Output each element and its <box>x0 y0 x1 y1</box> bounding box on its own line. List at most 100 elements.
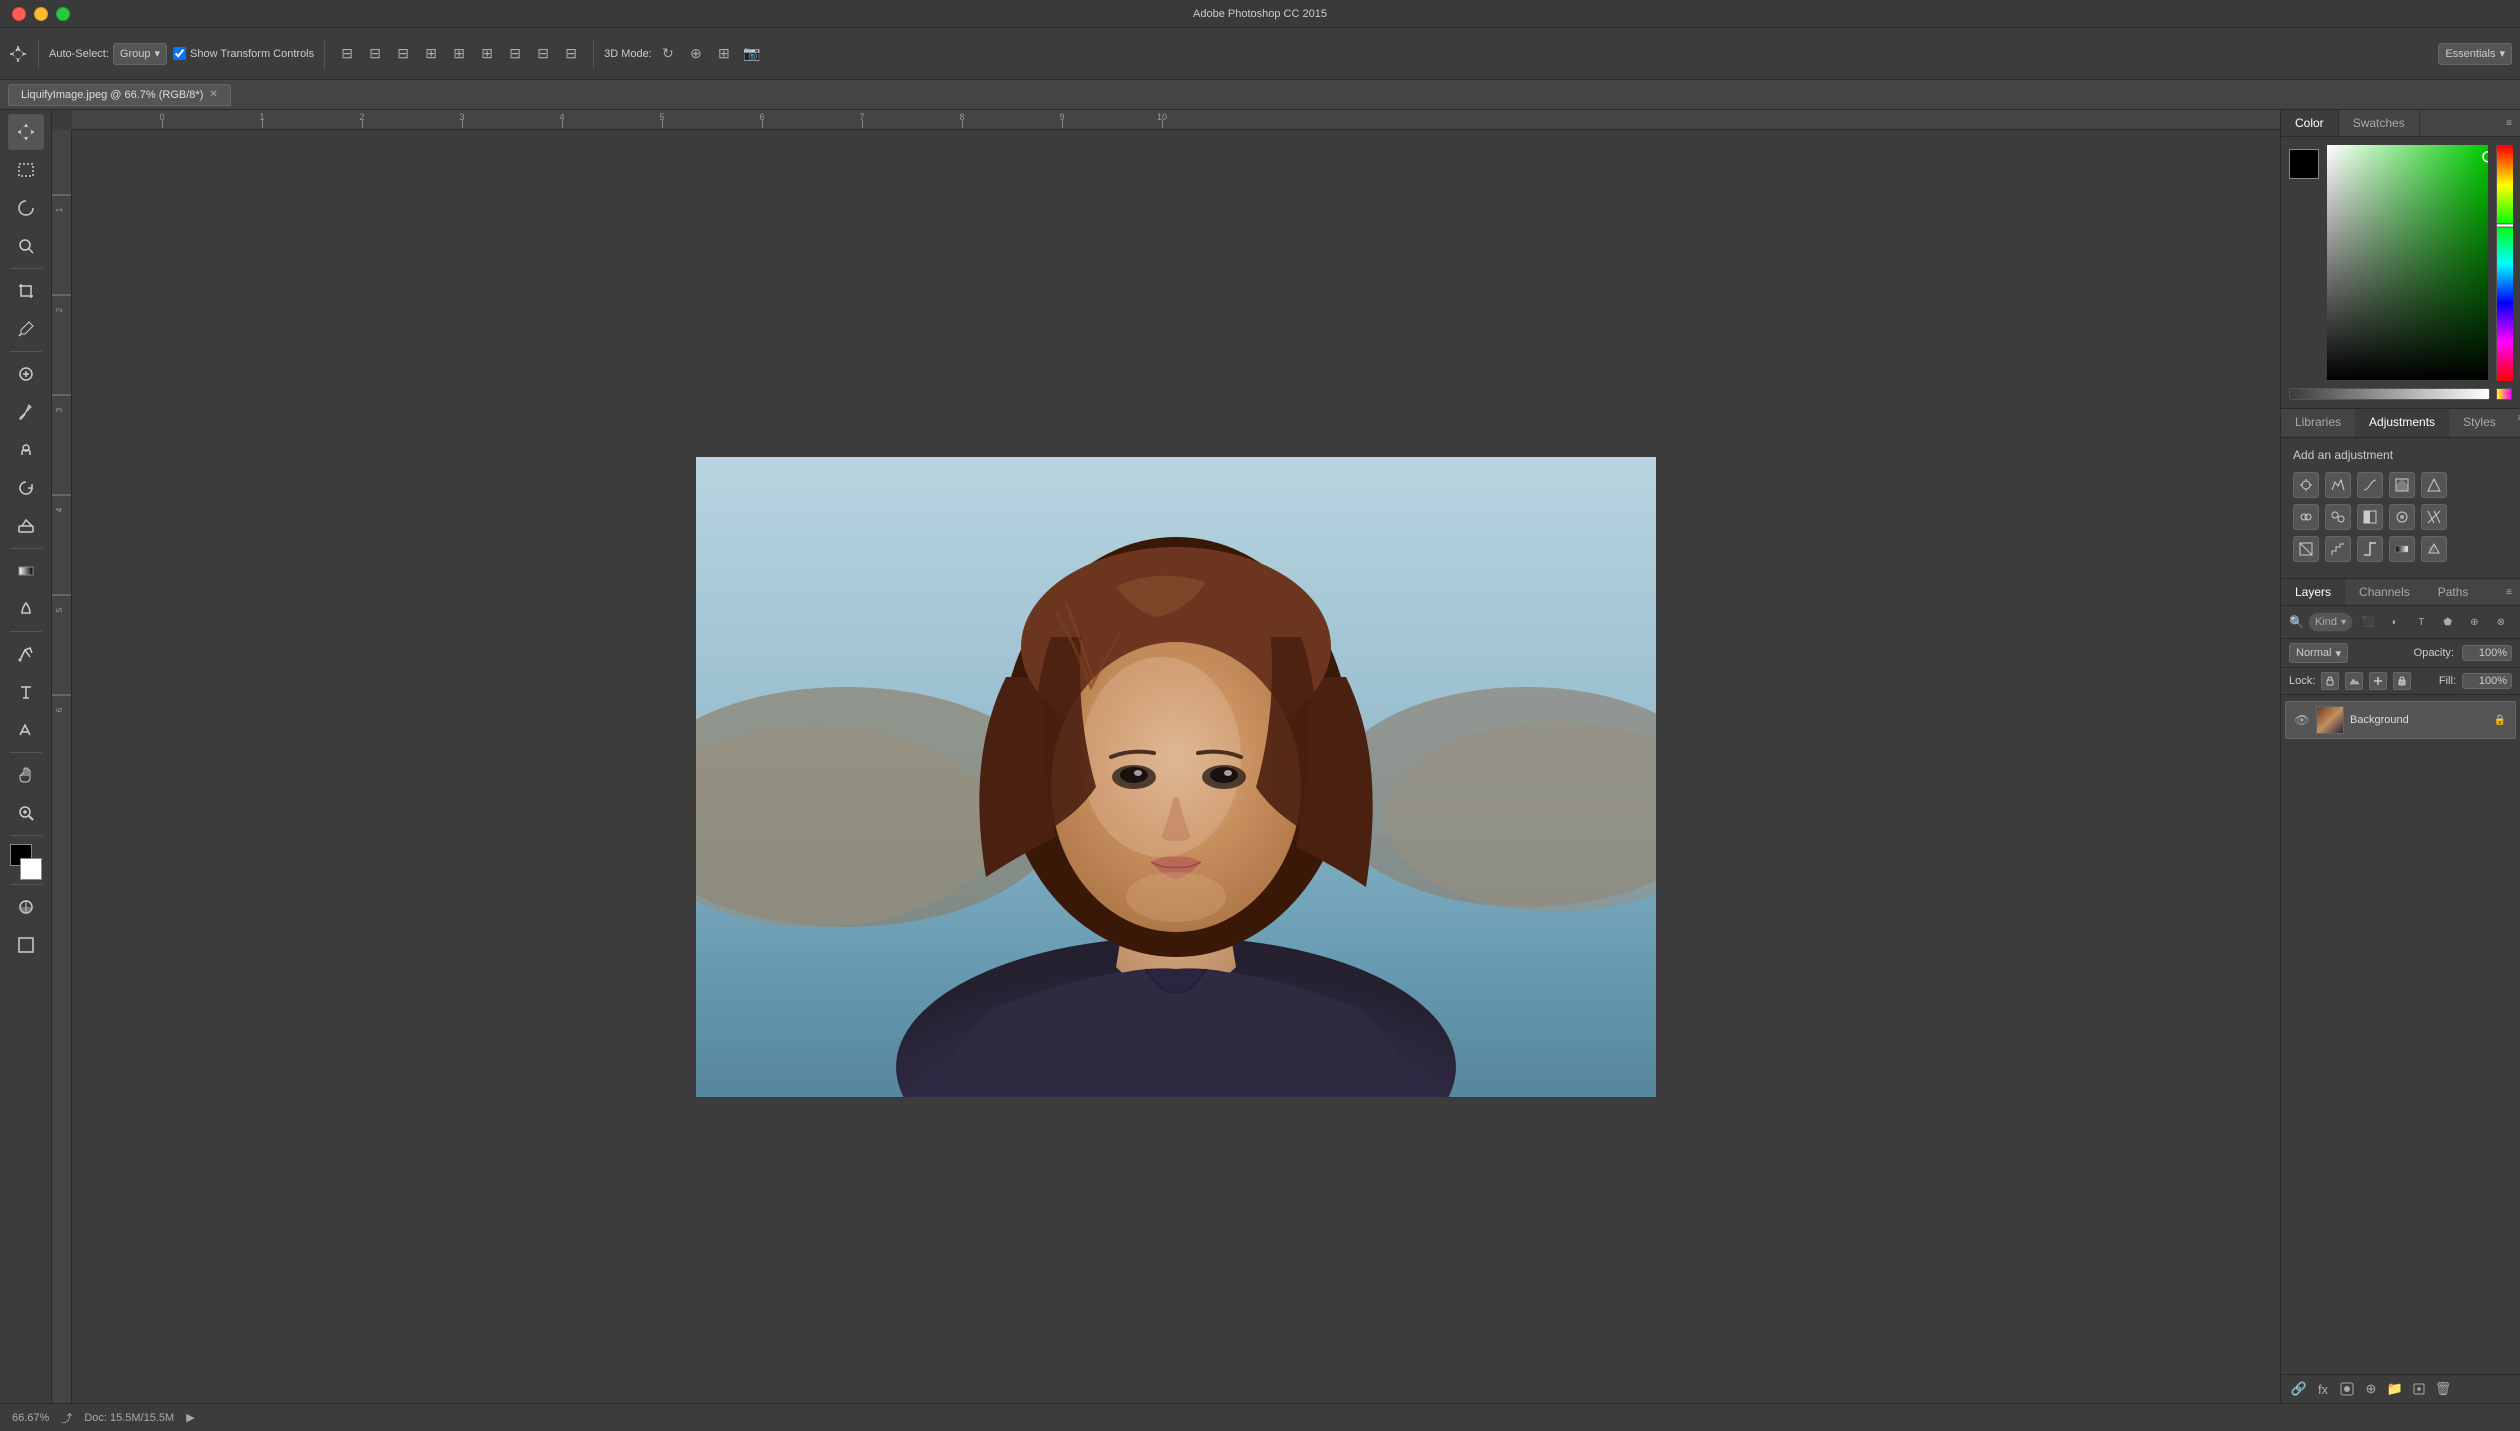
invert-adj-btn[interactable] <box>2293 536 2319 562</box>
new-layer-btn[interactable] <box>2409 1379 2429 1399</box>
maximize-button[interactable] <box>56 7 70 21</box>
brightness-adj-btn[interactable] <box>2293 472 2319 498</box>
align-center-v-icon[interactable]: ⊞ <box>447 42 471 66</box>
delete-layer-btn[interactable]: 🗑 <box>2433 1379 2453 1399</box>
screen-mode-btn[interactable] <box>8 927 44 963</box>
background-color-swatch[interactable] <box>20 858 42 880</box>
blend-mode-dropdown[interactable]: Normal ▾ <box>2289 643 2348 663</box>
brush-tool-btn[interactable] <box>8 394 44 430</box>
3d-pan-icon[interactable]: ⊕ <box>684 42 708 66</box>
filter-adj-btn[interactable]: ◐ <box>2384 610 2407 634</box>
3d-rotate-icon[interactable]: ↻ <box>656 42 680 66</box>
doc-tab-close-icon[interactable]: ✕ <box>209 89 217 100</box>
quick-select-btn[interactable] <box>8 228 44 264</box>
selectcolor-adj-btn[interactable] <box>2421 536 2447 562</box>
swatches-tab[interactable]: Swatches <box>2339 110 2420 136</box>
gradmap-adj-btn[interactable] <box>2389 536 2415 562</box>
align-bottom-icon[interactable]: ⊞ <box>475 42 499 66</box>
crop-tool-btn[interactable] <box>8 273 44 309</box>
adjustments-tab[interactable]: Adjustments <box>2355 409 2449 437</box>
hue-strip[interactable] <box>2496 145 2512 380</box>
marquee-tool-btn[interactable] <box>8 152 44 188</box>
hand-tool-btn[interactable] <box>8 757 44 793</box>
filter-smart-btn[interactable]: ⊕ <box>2463 610 2486 634</box>
3d-zoom-icon[interactable]: ⊞ <box>712 42 736 66</box>
stamp-tool-btn[interactable] <box>8 432 44 468</box>
essentials-dropdown[interactable]: Essentials ▾ <box>2438 43 2512 65</box>
fill-value[interactable]: 100% <box>2462 673 2512 689</box>
doc-tab[interactable]: LiquifyImage.jpeg @ 66.7% (RGB/8*) ✕ <box>8 84 231 106</box>
active-color-swatch[interactable] <box>2289 149 2319 179</box>
lock-image-btn[interactable] <box>2345 672 2363 690</box>
align-top-icon[interactable]: ⊞ <box>419 42 443 66</box>
channels-tab[interactable]: Channels <box>2345 579 2424 605</box>
export-icon[interactable]: ⤴ <box>61 1410 72 1426</box>
align-right-icon[interactable]: ⊟ <box>391 42 415 66</box>
add-mask-btn[interactable] <box>2337 1379 2357 1399</box>
path-select-btn[interactable] <box>8 712 44 748</box>
levels-adj-btn[interactable] <box>2325 472 2351 498</box>
heal-brush-btn[interactable] <box>8 356 44 392</box>
align-left-icon[interactable]: ⊟ <box>335 42 359 66</box>
lock-transparent-btn[interactable] <box>2321 672 2339 690</box>
move-tool-btn[interactable] <box>8 114 44 150</box>
paths-tab[interactable]: Paths <box>2424 579 2483 605</box>
distribute-right-icon[interactable]: ⊟ <box>559 42 583 66</box>
filter-toggle-btn[interactable]: ⊗ <box>2490 610 2513 634</box>
svg-text:3: 3 <box>55 407 64 412</box>
hsl-adj-btn[interactable] <box>2293 504 2319 530</box>
colorbalance-adj-btn[interactable] <box>2325 504 2351 530</box>
color-panel-expand[interactable]: ≡ <box>2498 114 2520 133</box>
distribute-center-h-icon[interactable]: ⊟ <box>531 42 555 66</box>
3d-camera-icon[interactable]: 📷 <box>740 42 764 66</box>
add-style-btn[interactable]: fx <box>2313 1379 2333 1399</box>
posterize-adj-btn[interactable] <box>2325 536 2351 562</box>
zoom-tool-btn[interactable] <box>8 795 44 831</box>
new-fill-adj-btn[interactable]: ⊕ <box>2361 1379 2381 1399</box>
gradient-btn[interactable] <box>8 553 44 589</box>
status-arrow[interactable]: ▶ <box>186 1411 194 1424</box>
new-group-btn[interactable]: 📁 <box>2385 1379 2405 1399</box>
transform-controls-checkbox[interactable] <box>173 47 186 60</box>
link-layers-btn[interactable]: 🔗 <box>2289 1379 2309 1399</box>
minimize-button[interactable] <box>34 7 48 21</box>
type-tool-btn[interactable] <box>8 674 44 710</box>
styles-tab[interactable]: Styles <box>2449 409 2510 437</box>
eyedropper-btn[interactable] <box>8 311 44 347</box>
eraser-btn[interactable] <box>8 508 44 544</box>
photo-svg <box>696 457 1656 1097</box>
opacity-value[interactable]: 100% <box>2462 645 2512 661</box>
pen-tool-btn[interactable] <box>8 636 44 672</box>
opacity-hue-h[interactable] <box>2496 388 2512 400</box>
auto-select-dropdown[interactable]: Group ▾ <box>113 43 167 65</box>
channelmix-adj-btn[interactable] <box>2421 504 2447 530</box>
close-button[interactable] <box>12 7 26 21</box>
add-adjustment-label: Add an adjustment <box>2293 448 2508 462</box>
vibrance-adj-btn[interactable] <box>2421 472 2447 498</box>
layers-tab[interactable]: Layers <box>2281 579 2345 605</box>
layer-row[interactable]: 👁 Background 🔒 <box>2285 701 2516 739</box>
adj-panel-expand[interactable]: ≡ <box>2510 409 2520 437</box>
align-center-h-icon[interactable]: ⊟ <box>363 42 387 66</box>
threshold-adj-btn[interactable] <box>2357 536 2383 562</box>
lock-position-btn[interactable] <box>2369 672 2387 690</box>
burn-dodge-btn[interactable] <box>8 591 44 627</box>
layer-visibility-toggle[interactable]: 👁 <box>2294 712 2310 728</box>
alpha-strip[interactable] <box>2289 388 2490 400</box>
exposure-adj-btn[interactable] <box>2389 472 2415 498</box>
lock-all-btn[interactable] <box>2393 672 2411 690</box>
quick-mask-btn[interactable] <box>8 889 44 925</box>
filter-pixel-btn[interactable]: ⬛ <box>2357 610 2380 634</box>
photofilter-adj-btn[interactable] <box>2389 504 2415 530</box>
curves-adj-btn[interactable] <box>2357 472 2383 498</box>
color-tab[interactable]: Color <box>2281 110 2339 136</box>
distribute-left-icon[interactable]: ⊟ <box>503 42 527 66</box>
layers-panel-expand[interactable]: ≡ <box>2498 583 2520 602</box>
filter-shape-btn[interactable]: ⬟ <box>2437 610 2460 634</box>
filter-type-btn[interactable]: T <box>2410 610 2433 634</box>
lasso-tool-btn[interactable] <box>8 190 44 226</box>
bw-adj-btn[interactable] <box>2357 504 2383 530</box>
libraries-tab[interactable]: Libraries <box>2281 409 2355 437</box>
color-gradient-field[interactable] <box>2327 145 2488 380</box>
history-brush-btn[interactable] <box>8 470 44 506</box>
